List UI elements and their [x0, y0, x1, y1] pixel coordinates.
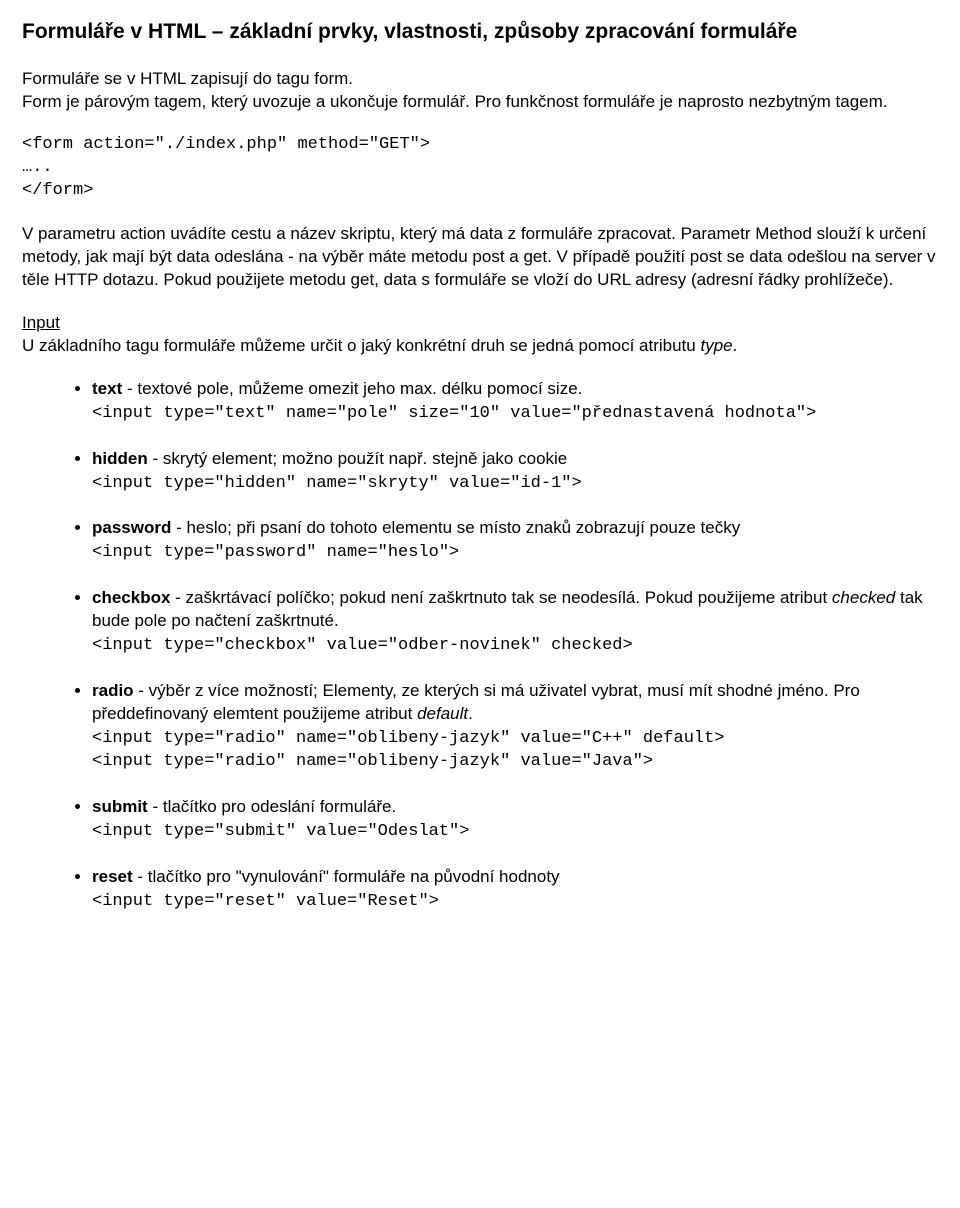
- code-input-submit: <input type="submit" value="Odeslat">: [92, 821, 938, 844]
- type-name-text: text: [92, 379, 122, 398]
- type-desc-password: - heslo; při psaní do tohoto elementu se…: [171, 518, 740, 537]
- list-item: hidden - skrytý element; možno použít na…: [92, 448, 938, 496]
- type-desc-radio-b: .: [468, 704, 473, 723]
- type-desc-text: - textové pole, můžeme omezit jeho max. …: [122, 379, 582, 398]
- code-input-hidden: <input type="hidden" name="skryty" value…: [92, 473, 938, 496]
- code-input-password: <input type="password" name="heslo">: [92, 542, 938, 565]
- type-name-submit: submit: [92, 797, 148, 816]
- action-explain-paragraph: V parametru action uvádíte cestu a název…: [22, 223, 938, 292]
- list-item: reset - tlačítko pro "vynulování" formul…: [92, 866, 938, 914]
- code-input-reset: <input type="reset" value="Reset">: [92, 891, 938, 914]
- type-name-password: password: [92, 518, 171, 537]
- code-input-radio: <input type="radio" name="oblibeny-jazyk…: [92, 728, 938, 774]
- input-heading: Input: [22, 313, 60, 332]
- default-word: default: [417, 704, 468, 723]
- type-name-radio: radio: [92, 681, 134, 700]
- input-intro-type-word: type: [700, 336, 732, 355]
- type-name-reset: reset: [92, 867, 133, 886]
- code-input-text: <input type="text" name="pole" size="10"…: [92, 403, 938, 426]
- list-item: password - heslo; při psaní do tohoto el…: [92, 517, 938, 565]
- page-title: Formuláře v HTML – základní prvky, vlast…: [22, 18, 938, 46]
- checked-word: checked: [832, 588, 895, 607]
- type-desc-checkbox-a: - zaškrtávací políčko; pokud není zaškrt…: [170, 588, 831, 607]
- input-types-list: text - textové pole, můžeme omezit jeho …: [22, 378, 938, 914]
- list-item: radio - výběr z více možností; Elementy,…: [92, 680, 938, 774]
- type-name-hidden: hidden: [92, 449, 148, 468]
- type-desc-reset: - tlačítko pro "vynulování" formuláře na…: [133, 867, 560, 886]
- type-desc-submit: - tlačítko pro odeslání formuláře.: [148, 797, 397, 816]
- code-form-tag: <form action="./index.php" method="GET">…: [22, 134, 938, 203]
- type-desc-radio-a: - výběr z více možností; Elementy, ze kt…: [92, 681, 860, 723]
- type-desc-hidden: - skrytý element; možno použít např. ste…: [148, 449, 568, 468]
- list-item: text - textové pole, můžeme omezit jeho …: [92, 378, 938, 426]
- input-intro-text: U základního tagu formuláře můžeme určit…: [22, 336, 700, 355]
- code-input-checkbox: <input type="checkbox" value="odber-novi…: [92, 635, 938, 658]
- intro-paragraph: Formuláře se v HTML zapisují do tagu for…: [22, 68, 938, 114]
- list-item: submit - tlačítko pro odeslání formuláře…: [92, 796, 938, 844]
- type-name-checkbox: checkbox: [92, 588, 170, 607]
- list-item: checkbox - zaškrtávací políčko; pokud ne…: [92, 587, 938, 658]
